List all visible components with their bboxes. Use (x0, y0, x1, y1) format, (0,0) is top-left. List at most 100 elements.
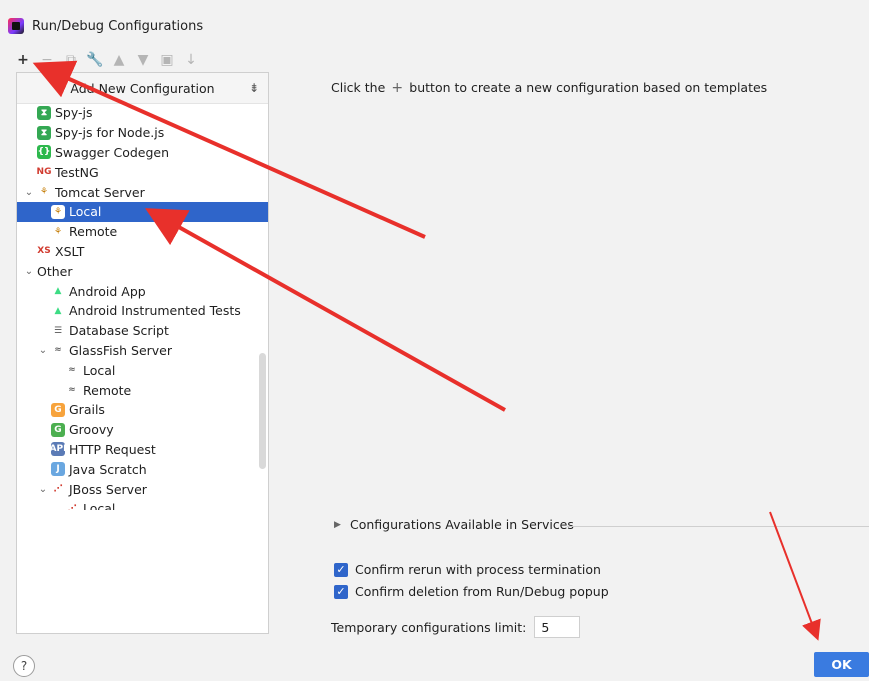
tomcat-icon: ⚘ (37, 185, 51, 200)
hint-after: button to create a new configuration bas… (409, 80, 768, 95)
limit-input[interactable]: 5 (534, 616, 581, 638)
hint-before: Click the (331, 80, 386, 95)
move-down-icon[interactable]: ▼ (136, 53, 150, 67)
tomcat-remote-icon: ⚘ (51, 224, 65, 239)
config-tree-empty-area (16, 510, 269, 634)
collapse-all-icon[interactable]: ⇟ (246, 80, 262, 96)
tree-item-database-script[interactable]: ☰ Database Script (17, 321, 268, 341)
tree-item-label: Remote (69, 224, 118, 240)
config-details-panel: Click the + button to create a new confi… (267, 72, 869, 638)
confirm-deletion-label: Confirm deletion from Run/Debug popup (355, 584, 609, 599)
tree-item-swagger-codegen[interactable]: {} Swagger Codegen (17, 143, 268, 163)
plus-icon: + (391, 79, 404, 96)
tree-item-label: Groovy (69, 422, 114, 438)
tree-item-jboss-server[interactable]: ⌄ ⋰ JBoss Server (17, 479, 268, 499)
tree-item-spy-js-for-node-js[interactable]: ⧗ Spy-js for Node.js (17, 123, 268, 143)
folder-icon[interactable]: ▣ (160, 53, 174, 67)
limit-label: Temporary configurations limit: (331, 619, 527, 635)
tree-item-other[interactable]: ⌄ Other (17, 261, 268, 281)
android-tests-icon: ▲ (51, 303, 65, 318)
java-scratch-icon: J (51, 462, 65, 477)
sort-icon[interactable]: ↓ (184, 53, 198, 67)
swagger-icon: {} (37, 145, 51, 160)
chevron-down-icon[interactable]: ⌄ (23, 266, 35, 277)
chevron-right-icon: ▶ (334, 519, 341, 530)
ok-button[interactable]: OK (814, 652, 869, 677)
android-icon: ▲ (51, 284, 65, 299)
title-bar: Run/Debug Configurations (8, 14, 203, 38)
tree-item-java-scratch[interactable]: J Java Scratch (17, 459, 268, 479)
tree-item-label: Swagger Codegen (55, 144, 170, 160)
glassfish-local-icon: ≈ (65, 363, 79, 378)
tree-item-label: Spy-js (55, 105, 93, 121)
add-new-configuration-label: Add New Configuration (70, 80, 215, 96)
chevron-down-icon[interactable]: ⌄ (23, 187, 35, 198)
checkbox-checked-icon: ✓ (334, 562, 348, 577)
tree-item-label: Android App (69, 283, 146, 299)
help-button[interactable]: ? (13, 655, 35, 677)
services-toggle[interactable]: ▶ Configurations Available in Services (334, 517, 574, 532)
tomcat-local-icon: ⚘ (51, 204, 65, 219)
tree-item-label: Tomcat Server (55, 184, 145, 200)
wrench-icon[interactable]: 🔧 (86, 53, 103, 67)
tree-item-label: HTTP Request (69, 441, 156, 457)
tree-item-http-request[interactable]: API HTTP Request (17, 440, 268, 460)
add-new-configuration-header: Add New Configuration ⇟ (17, 73, 268, 104)
confirm-deletion-checkbox[interactable]: ✓ Confirm deletion from Run/Debug popup (334, 584, 609, 599)
chevron-down-icon[interactable]: ⌄ (37, 345, 49, 356)
tree-item-label: TestNG (55, 164, 99, 180)
copy-icon[interactable]: ⧉ (64, 53, 78, 67)
tree-item-label: Java Scratch (69, 461, 147, 477)
tree-scrollbar[interactable] (259, 353, 266, 469)
tree-item-label: GlassFish Server (69, 342, 172, 358)
move-up-icon[interactable]: ▲ (112, 53, 126, 67)
spy-js-node-icon: ⧗ (37, 125, 51, 140)
glassfish-icon: ≈ (51, 343, 65, 358)
hint-text: Click the + button to create a new confi… (331, 80, 767, 95)
tree-item-label: Android Instrumented Tests (69, 303, 241, 319)
tree-item-label: Spy-js for Node.js (55, 125, 165, 141)
tree-item-android-instrumented-tests[interactable]: ▲ Android Instrumented Tests (17, 301, 268, 321)
spy-js-icon: ⧗ (37, 105, 51, 120)
config-tree: ⧗ Spy-js ⧗ Spy-js for Node.js {} Swagger Code… (17, 103, 268, 511)
tree-item-spy-js[interactable]: ⧗ Spy-js (17, 103, 268, 123)
add-icon[interactable]: + (16, 53, 30, 67)
tree-item-tomcat-server[interactable]: ⌄ ⚘ Tomcat Server (17, 182, 268, 202)
checkbox-checked-icon: ✓ (334, 584, 348, 599)
tree-item-glassfish-server[interactable]: ⌄ ≈ GlassFish Server (17, 341, 268, 361)
database-script-icon: ☰ (51, 323, 65, 338)
tree-item-label: Database Script (69, 323, 169, 339)
tree-item-groovy[interactable]: G Groovy (17, 420, 268, 440)
testng-icon: NG (36, 165, 52, 180)
tree-item-android-app[interactable]: ▲ Android App (17, 281, 268, 301)
tree-item-xslt[interactable]: XS XSLT (17, 242, 268, 262)
config-toolbar: + − ⧉ 🔧 ▲ ▼ ▣ ↓ (16, 50, 198, 70)
confirm-rerun-label: Confirm rerun with process termination (355, 562, 601, 577)
tree-item-testng[interactable]: NG TestNG (17, 162, 268, 182)
glassfish-remote-icon: ≈ (65, 383, 79, 398)
tree-item-label: Local (83, 362, 116, 378)
chevron-down-icon[interactable]: ⌄ (37, 484, 49, 495)
grails-icon: G (51, 402, 65, 417)
tree-item-label: JBoss Server (69, 481, 147, 497)
tree-item-local[interactable]: ⚘ Local (17, 201, 268, 222)
groovy-icon: G (51, 422, 65, 437)
remove-icon[interactable]: − (40, 53, 54, 67)
jboss-icon: ⋰ (51, 482, 65, 497)
services-divider (567, 526, 869, 527)
tree-item-grails[interactable]: G Grails (17, 400, 268, 420)
tree-item-remote[interactable]: ⚘ Remote (17, 222, 268, 242)
http-request-icon: API (49, 442, 67, 457)
run-debug-dialog: Run/Debug Configurations + − ⧉ 🔧 ▲ ▼ ▣ ↓… (0, 0, 869, 681)
xslt-icon: XS (37, 244, 51, 259)
tree-item-label: Remote (83, 382, 132, 398)
tree-item-local[interactable]: ≈ Local (17, 360, 268, 380)
window-title: Run/Debug Configurations (32, 18, 204, 34)
tree-item-label: Local (69, 204, 102, 220)
tree-item-remote[interactable]: ≈ Remote (17, 380, 268, 400)
tree-item-label: Grails (69, 402, 105, 418)
temp-config-limit: Temporary configurations limit: 5 (331, 616, 581, 638)
services-label: Configurations Available in Services (350, 517, 574, 532)
tree-item-label: XSLT (55, 243, 85, 259)
confirm-rerun-checkbox[interactable]: ✓ Confirm rerun with process termination (334, 562, 601, 577)
